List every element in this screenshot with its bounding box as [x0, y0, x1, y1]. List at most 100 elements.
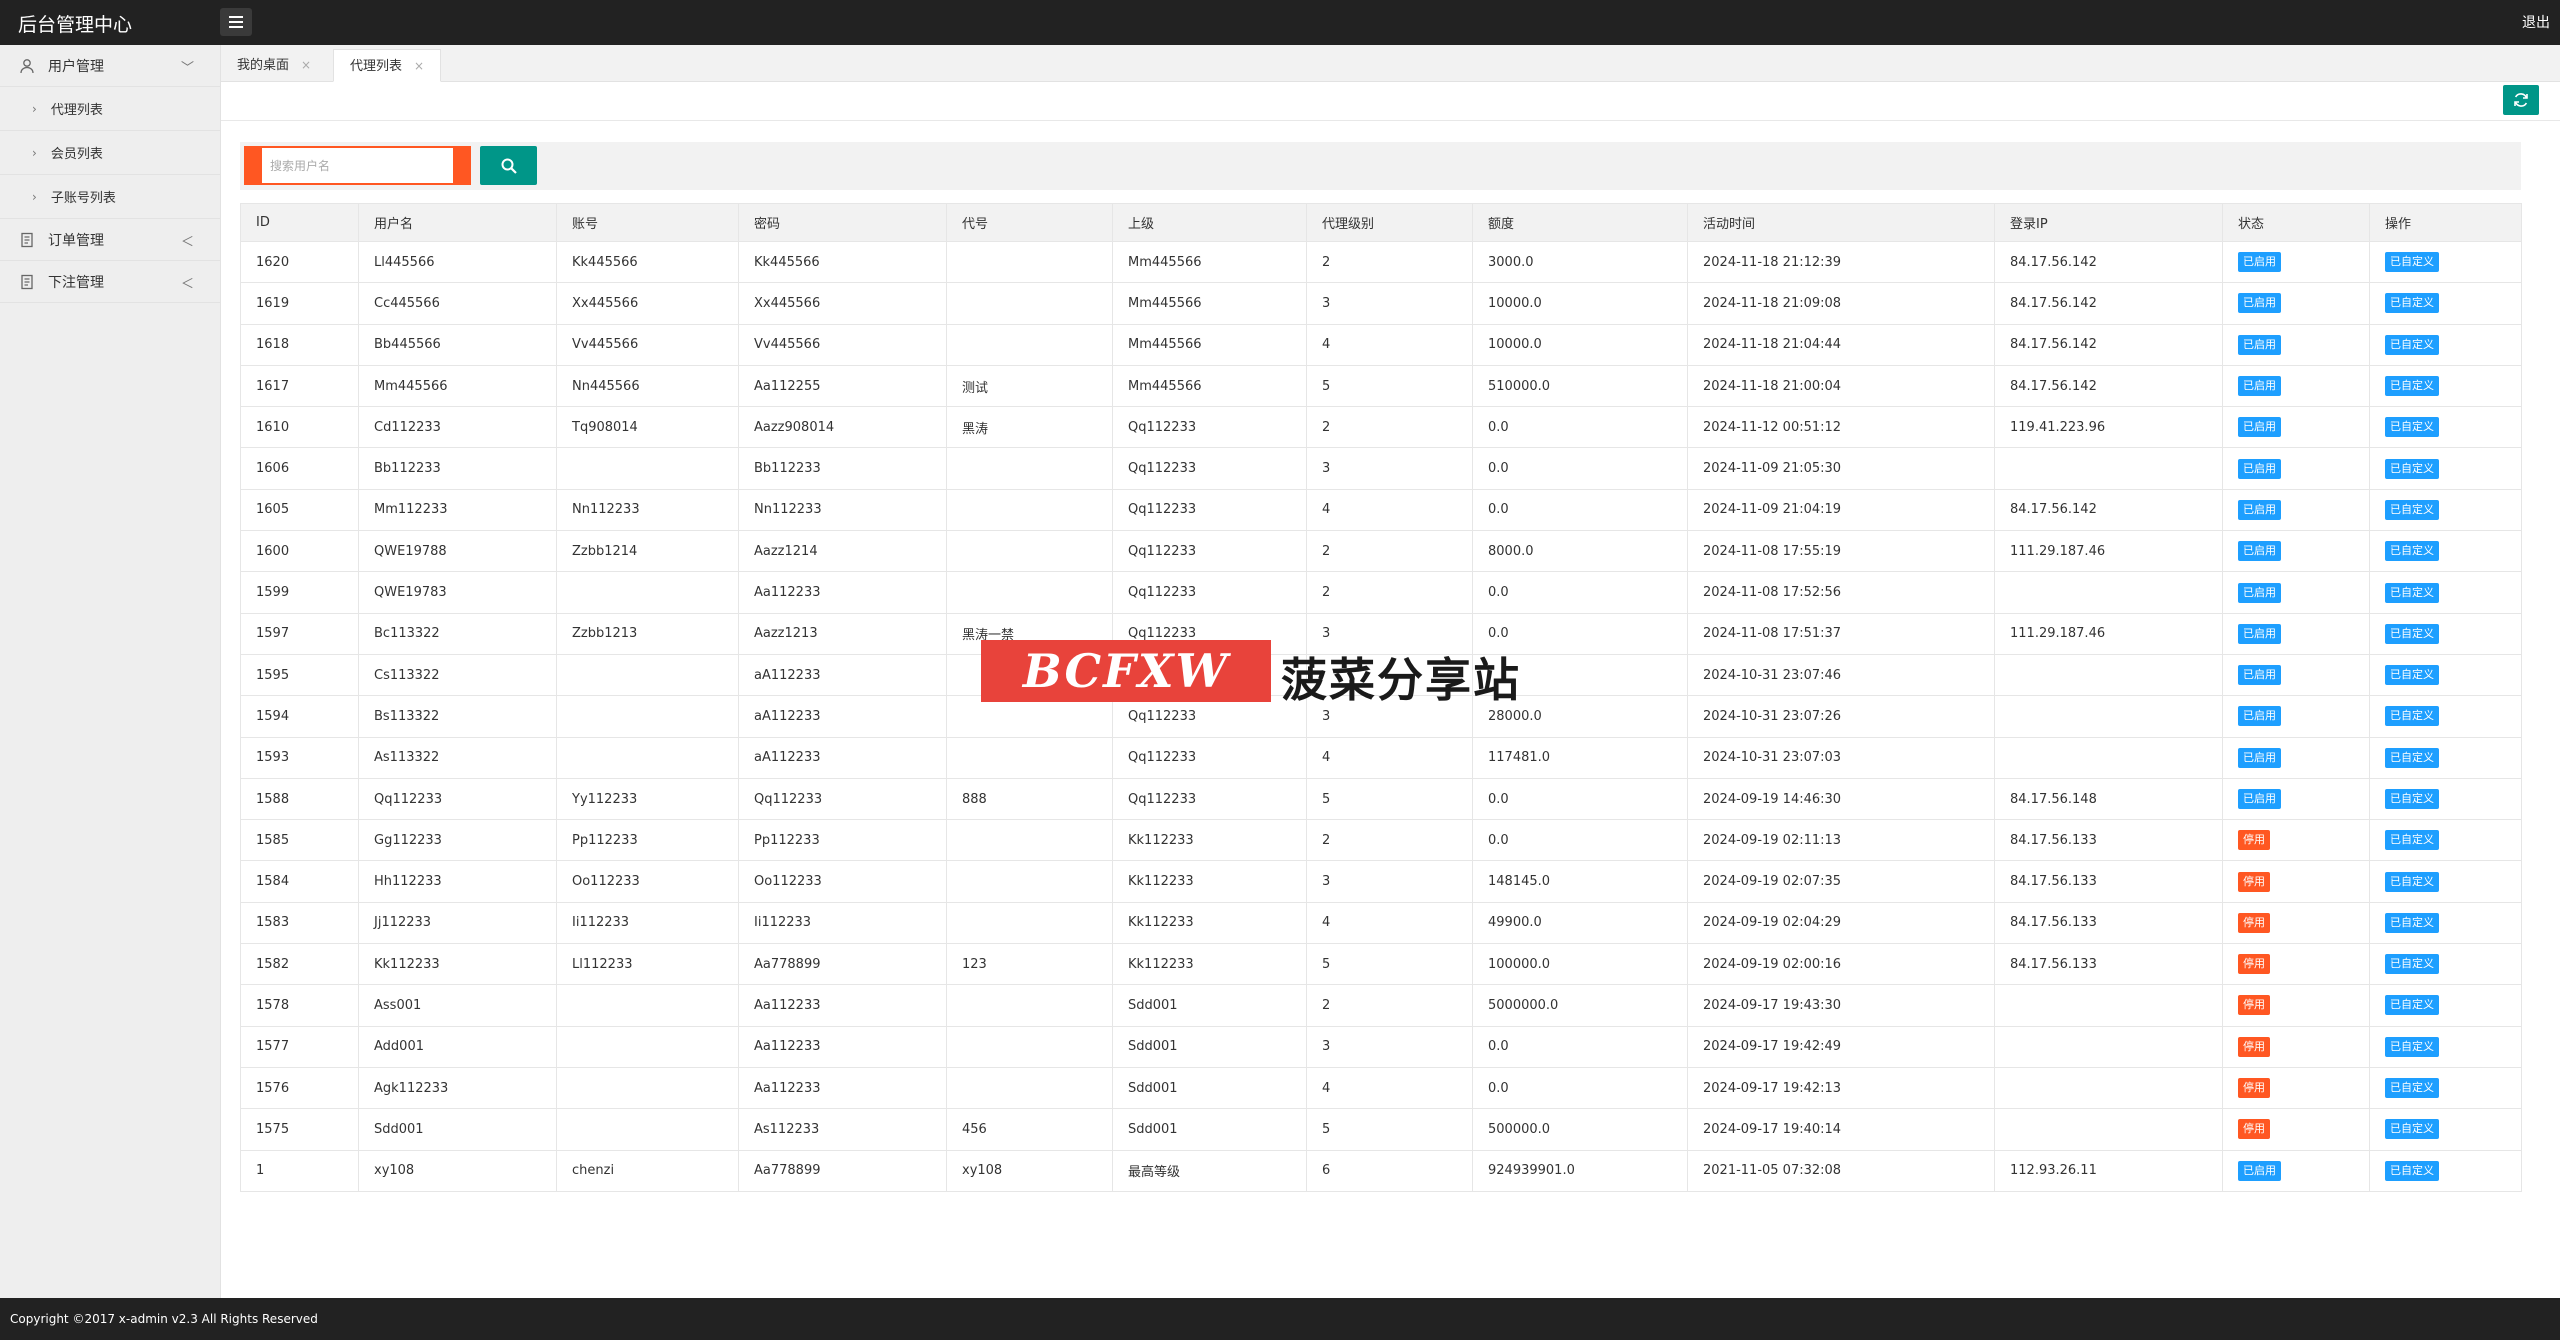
table-cell: aA112233: [738, 653, 947, 697]
action-button[interactable]: 已自定义: [2385, 376, 2439, 397]
status-badge[interactable]: 已启用: [2238, 665, 2281, 686]
status-badge[interactable]: 停用: [2238, 1036, 2270, 1057]
action-button[interactable]: 已自定义: [2385, 458, 2439, 479]
action-button[interactable]: 已自定义: [2385, 499, 2439, 520]
table-cell: [1994, 984, 2223, 1027]
table-cell: 2024-09-19 02:11:13: [1687, 819, 1995, 862]
action-button[interactable]: 已自定义: [2385, 1078, 2439, 1099]
close-icon[interactable]: ×: [414, 59, 424, 73]
action-button[interactable]: 已自定义: [2385, 665, 2439, 686]
action-button[interactable]: 已自定义: [2385, 252, 2439, 273]
status-badge[interactable]: 已启用: [2238, 293, 2281, 314]
sidebar-subitem-agent-list[interactable]: › 代理列表: [0, 87, 220, 131]
action-button[interactable]: 已自定义: [2385, 623, 2439, 644]
status-badge[interactable]: 已启用: [2238, 417, 2281, 438]
action-button[interactable]: 已自定义: [2385, 830, 2439, 851]
status-badge[interactable]: 已启用: [2238, 541, 2281, 562]
table-cell: 已自定义: [2369, 943, 2522, 986]
status-badge[interactable]: 停用: [2238, 912, 2270, 933]
status-badge[interactable]: 停用: [2238, 995, 2270, 1016]
table-cell: Yy112233: [556, 777, 739, 821]
status-badge[interactable]: 已启用: [2238, 582, 2281, 603]
action-button[interactable]: 已自定义: [2385, 417, 2439, 438]
table-cell: [946, 695, 1113, 738]
action-button[interactable]: 已自定义: [2385, 954, 2439, 975]
table-cell: 1599: [240, 571, 359, 614]
action-button[interactable]: 已自定义: [2385, 293, 2439, 314]
status-badge[interactable]: 已启用: [2238, 458, 2281, 479]
action-button[interactable]: 已自定义: [2385, 541, 2439, 562]
status-badge[interactable]: 已启用: [2238, 747, 2281, 768]
sidebar-item-label: 下注管理: [48, 274, 104, 291]
action-button[interactable]: 已自定义: [2385, 912, 2439, 933]
table-cell: Qq112233: [1112, 612, 1307, 655]
sidebar-item-order-management[interactable]: 订单管理 ＜: [0, 219, 220, 261]
table-cell: Qq112233: [1112, 777, 1307, 821]
table-cell: 已自定义: [2369, 323, 2522, 366]
table-cell: Qq112233: [1112, 571, 1307, 614]
sidebar-subitem-member-list[interactable]: › 会员列表: [0, 131, 220, 175]
table-row: 1617 Mm445566 Nn445566 Aa112255 测试 Mm445566 5 5…: [240, 364, 2522, 408]
table-cell: Add001: [358, 1025, 557, 1068]
table-cell: Kk112233: [1112, 901, 1307, 945]
table-cell: 2: [1306, 406, 1473, 449]
table-cell: [556, 1066, 739, 1110]
table-cell: 黑涛: [946, 406, 1113, 449]
menu-toggle-button[interactable]: [220, 8, 252, 36]
table-cell: Oo112233: [556, 860, 739, 903]
table-cell: 1583: [240, 901, 359, 945]
status-badge[interactable]: 已启用: [2238, 623, 2281, 644]
action-button[interactable]: 已自定义: [2385, 706, 2439, 727]
action-button[interactable]: 已自定义: [2385, 1036, 2439, 1057]
tab-my-desktop[interactable]: 我的桌面 ×: [221, 49, 327, 82]
search-input[interactable]: [262, 148, 453, 183]
search-button[interactable]: [480, 146, 537, 185]
status-badge[interactable]: 已启用: [2238, 252, 2281, 273]
sidebar-item-bet-management[interactable]: 下注管理 ＜: [0, 261, 220, 303]
chevron-left-icon: ＜: [180, 235, 194, 250]
status-badge[interactable]: 停用: [2238, 1119, 2270, 1140]
status-badge[interactable]: 停用: [2238, 830, 2270, 851]
status-badge[interactable]: 停用: [2238, 871, 2270, 892]
close-icon[interactable]: ×: [301, 58, 311, 72]
sidebar-subitem-subaccount-list[interactable]: › 子账号列表: [0, 175, 220, 219]
status-badge[interactable]: 已启用: [2238, 334, 2281, 355]
action-button[interactable]: 已自定义: [2385, 789, 2439, 809]
table-cell: [946, 1066, 1113, 1110]
tab-label: 我的桌面: [237, 58, 290, 73]
status-badge[interactable]: 已启用: [2238, 789, 2281, 809]
logout-link[interactable]: 退出: [2522, 12, 2550, 32]
table-cell: 84.17.56.133: [1994, 819, 2223, 862]
action-button[interactable]: 已自定义: [2385, 1119, 2439, 1140]
table-row: 1582 Kk112233 Ll112233 Aa778899 123 Kk112233 5…: [240, 943, 2522, 986]
status-badge[interactable]: 已启用: [2238, 499, 2281, 520]
table-cell: 2024-09-19 02:00:16: [1687, 943, 1995, 986]
status-badge[interactable]: 已启用: [2238, 376, 2281, 397]
refresh-button[interactable]: [2503, 85, 2539, 115]
table-cell: aA112233: [738, 736, 947, 779]
table-cell: Vv445566: [738, 323, 947, 366]
table-cell: 2024-09-19 14:46:30: [1687, 777, 1995, 821]
action-button[interactable]: 已自定义: [2385, 995, 2439, 1016]
action-button[interactable]: 已自定义: [2385, 871, 2439, 892]
action-button[interactable]: 已自定义: [2385, 582, 2439, 603]
sidebar-item-user-management[interactable]: 用户管理 ﹀: [0, 45, 220, 87]
status-badge[interactable]: 停用: [2238, 954, 2270, 975]
action-button[interactable]: 已自定义: [2385, 747, 2439, 768]
table-cell: [556, 653, 739, 697]
table-cell: 4: [1306, 736, 1473, 779]
table-cell: [946, 1025, 1113, 1068]
table-cell: 84.17.56.142: [1994, 364, 2223, 408]
tab-agent-list[interactable]: 代理列表 ×: [333, 49, 442, 82]
action-button[interactable]: 已自定义: [2385, 334, 2439, 355]
table-cell: Aa112233: [738, 984, 947, 1027]
table-cell: 最高等级: [1112, 1149, 1307, 1192]
status-badge[interactable]: 已启用: [2238, 1160, 2281, 1181]
table-cell: 117481.0: [1472, 736, 1688, 779]
action-button[interactable]: 已自定义: [2385, 1160, 2439, 1181]
sidebar-item-label: 用户管理: [48, 58, 104, 75]
table-cell: 123: [946, 943, 1113, 986]
status-badge[interactable]: 停用: [2238, 1078, 2270, 1099]
status-badge[interactable]: 已启用: [2238, 706, 2281, 727]
table-cell: [946, 323, 1113, 366]
